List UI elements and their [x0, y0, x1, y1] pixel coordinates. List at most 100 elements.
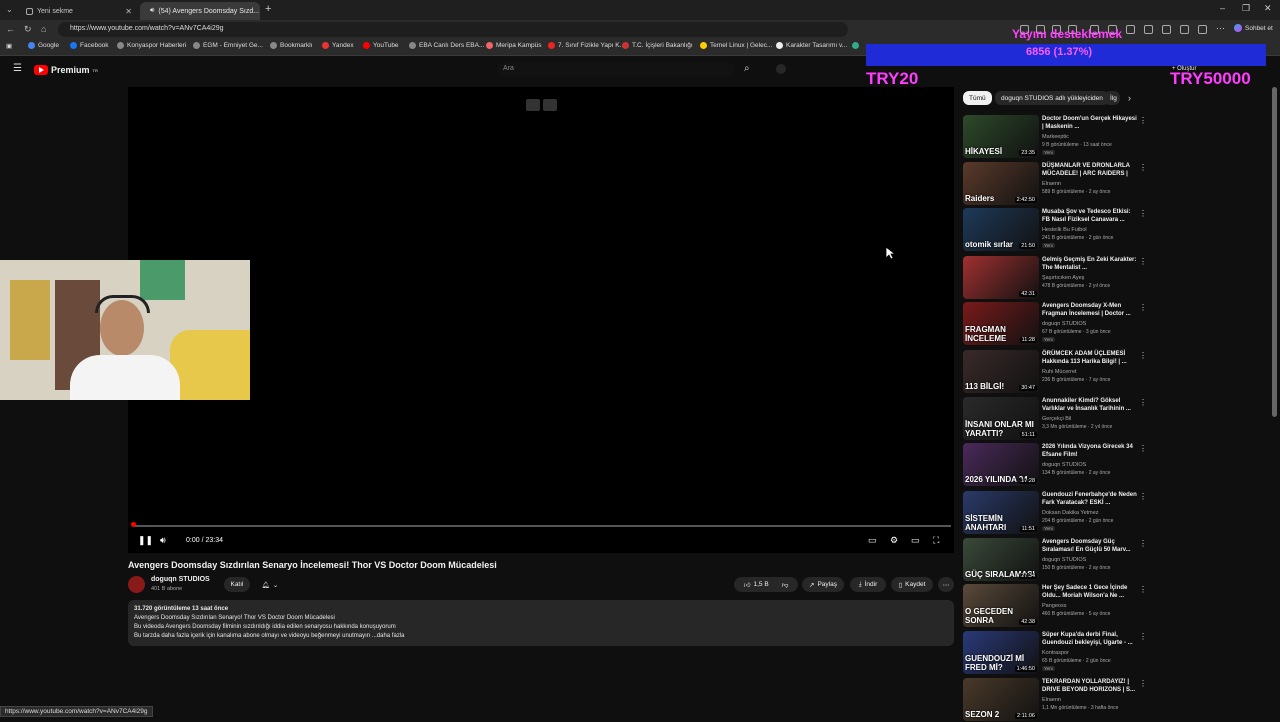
recommendation-item[interactable]: SİSTEMİN ANAHTARI 11:51 Guendouzi Fenerbah… [963, 491, 1148, 535]
recommendation-item[interactable]: 2026 YILINDA 34 17:28 2026 Yılında Vizyona… [963, 443, 1148, 487]
downloads-icon[interactable] [1198, 25, 1207, 34]
download-button[interactable]: ⤓ İndir [850, 577, 886, 592]
recommendation-channel[interactable]: Hesteilk Bu Futbol [1042, 227, 1087, 233]
chip-related[interactable]: İlg [1104, 91, 1120, 105]
copilot-button[interactable]: Sohbet et [1234, 24, 1273, 32]
recommendation-title[interactable]: Anunnakiler Kimdi? Göksel Varlıklar ve İ… [1042, 397, 1137, 413]
bookmark-item[interactable]: Bookmarklı [270, 42, 313, 49]
recommendation-item[interactable]: GUENDOUZİ Mİ FRED Mİ? 1:46:50 Süper Kupa'd… [963, 631, 1148, 675]
bookmarks-apps-icon[interactable]: ▣ [6, 42, 12, 50]
video-player[interactable] [128, 87, 954, 553]
recommendation-title[interactable]: 2026 Yılında Vizyona Girecek 34 Efsane F… [1042, 443, 1137, 459]
bookmark-item[interactable]: T.C. İçişleri Bakanlığı [622, 42, 693, 49]
back-icon[interactable]: ← [6, 24, 15, 34]
create-button[interactable]: + Oluştur [1172, 66, 1197, 72]
new-tab-button[interactable]: + [265, 3, 271, 15]
scrollbar[interactable] [1272, 87, 1277, 417]
close-window-icon[interactable]: ✕ [1264, 3, 1272, 14]
more-options-icon[interactable]: ⋮ [1139, 444, 1147, 453]
recommendation-channel[interactable]: Elraenn [1042, 697, 1061, 703]
progress-bar[interactable] [133, 525, 951, 527]
extension-icon[interactable] [1126, 25, 1135, 34]
video-thumbnail[interactable]: GUENDOUZİ Mİ FRED Mİ? 1:46:50 [963, 631, 1039, 674]
recommendation-title[interactable]: Musaba Şov ve Tedesco Etkisi: FB Nasıl F… [1042, 208, 1137, 224]
recommendation-channel[interactable]: doguqn STUDIOS [1042, 462, 1086, 468]
recommendation-title[interactable]: DÜŞMANLAR VE DRONLARLA MÜCADELE! | ARC R… [1042, 162, 1137, 178]
home-icon[interactable]: ⌂ [41, 24, 46, 34]
more-options-icon[interactable]: ⋮ [1139, 257, 1147, 266]
subtitles-icon[interactable]: ▭ [868, 535, 877, 546]
recommendation-item[interactable]: HİKAYESİ 23:35 Doctor Doom'un Gerçek Hikay… [963, 115, 1148, 159]
recommendation-item[interactable]: otomik sırlar 21:50 Musaba Şov ve Tedesco … [963, 208, 1148, 252]
close-tab-icon[interactable]: ✕ [125, 7, 132, 16]
chip-all[interactable]: Tümü [963, 91, 992, 105]
share-button[interactable]: ↗ Paylaş [802, 577, 844, 592]
bookmark-item[interactable]: Yandex [322, 42, 354, 49]
more-options-icon[interactable]: ⋮ [1139, 163, 1147, 172]
search-input[interactable]: Ara [497, 62, 735, 77]
video-thumbnail[interactable]: FRAGMAN İNCELEME 11:28 [963, 302, 1039, 345]
recommendation-item[interactable]: SEZON 2 2:11:06 TEKRARDAN YOLLARDAYIZ! | D… [963, 678, 1148, 722]
more-actions-button[interactable]: ⋯ [938, 577, 954, 592]
tab-list-icon[interactable]: ⌄ [6, 5, 13, 14]
video-thumbnail[interactable]: 113 BİLGİ! 30:47 [963, 350, 1039, 393]
bookmark-item[interactable]: Meripa Kampüs [486, 42, 542, 49]
bookmark-item[interactable]: Google [28, 42, 59, 49]
join-button[interactable]: Katıl [224, 577, 250, 592]
recommendation-title[interactable]: ÖRÜMCEK ADAM ÜÇLEMESİ Hakkında 113 Harik… [1042, 350, 1137, 366]
recommendation-title[interactable]: Guendouzi Fenerbahçe'de Neden Fark Yarat… [1042, 491, 1137, 507]
bookmark-item[interactable]: 7. Sınıf Fizikle Yapı K... [548, 42, 625, 49]
bookmark-item[interactable]: YouTube [363, 42, 399, 49]
more-options-icon[interactable]: ⋮ [1139, 351, 1147, 360]
tab-new-tab[interactable]: Yeni sekme ✕ [20, 2, 138, 20]
fullscreen-icon[interactable]: ⛶ [933, 535, 939, 546]
recommendation-channel[interactable]: Elraenn [1042, 181, 1061, 187]
recommendation-item[interactable]: O GECEDEN SONRA 42:38 Her Şey Sadece 1 Gec… [963, 584, 1148, 628]
video-thumbnail[interactable]: İNSANI ONLAR MI YARATTI? 51:11 [963, 397, 1039, 440]
recommendation-channel[interactable]: doguqn STUDIOS [1042, 321, 1086, 327]
recommendation-item[interactable]: 42:31 Gelmiş Geçmiş En Zeki Karakter: The… [963, 256, 1148, 300]
youtube-logo[interactable]: Premium TR [34, 65, 98, 75]
save-button[interactable]: ▯ Kaydet [891, 577, 933, 592]
volume-icon[interactable]: 🔊︎ [160, 535, 166, 546]
bookmark-item[interactable]: Temel Linux | Gelec... [700, 42, 772, 49]
recommendation-item[interactable]: İNSANI ONLAR MI YARATTI? 51:11 Anunnakiler… [963, 397, 1148, 441]
bookmark-folder[interactable] [852, 42, 859, 49]
more-options-icon[interactable]: ⋮ [1139, 679, 1147, 688]
video-thumbnail[interactable]: SİSTEMİN ANAHTARI 11:51 [963, 491, 1039, 534]
tab-youtube-video[interactable]: 🔊︎ (54) Avengers Doomsday Sızd... ✕ [140, 2, 260, 20]
recommendation-channel[interactable]: Markeeptic [1042, 134, 1069, 140]
bookmark-item[interactable]: EBA Canlı Ders EBA... [409, 42, 484, 49]
recommendation-title[interactable]: Avengers Doomsday X-Men Fragman İnceleme… [1042, 302, 1137, 318]
notification-bell-button[interactable]: 🔔︎ ⌄ [254, 577, 286, 592]
search-icon[interactable]: ⌕ [744, 63, 750, 74]
video-thumbnail[interactable]: Raiders 2:42:50 [963, 162, 1039, 205]
settings-gear-icon[interactable]: ⚙ [890, 535, 898, 546]
video-thumbnail[interactable]: SEZON 2 2:11:06 [963, 678, 1039, 721]
favorites-icon[interactable] [1162, 25, 1171, 34]
channel-name[interactable]: doguqn STUDIOS [151, 576, 210, 583]
description-box[interactable]: 31.720 görüntüleme 13 saat önce Avengers… [128, 600, 954, 646]
recommendation-channel[interactable]: Doksan Dakika Yetmez [1042, 510, 1099, 516]
thumbs-down-icon[interactable]: 👎︎ [782, 581, 789, 589]
like-dislike-group[interactable]: 👍︎ 1,5 B 👎︎ [734, 577, 798, 592]
cast-icon[interactable] [543, 99, 557, 111]
video-thumbnail[interactable]: GÜÇ SIRALAMASI 27:34 [963, 538, 1039, 581]
bookmark-item[interactable]: EGM - Emniyet Ge... [193, 42, 263, 49]
video-thumbnail[interactable]: HİKAYESİ 23:35 [963, 115, 1039, 158]
chip-from-uploader[interactable]: doguqn STUDIOS adlı yükleyiciden [995, 91, 1109, 105]
more-options-icon[interactable]: ⋮ [1139, 116, 1147, 125]
more-options-icon[interactable]: ⋮ [1139, 303, 1147, 312]
recommendation-channel[interactable]: Gerçekçi Bil [1042, 416, 1071, 422]
recommendation-item[interactable]: 113 BİLGİ! 30:47 ÖRÜMCEK ADAM ÜÇLEMESİ Hak… [963, 350, 1148, 394]
minimize-icon[interactable]: – [1220, 3, 1225, 13]
more-options-icon[interactable]: ⋮ [1139, 492, 1147, 501]
url-field[interactable]: https://www.youtube.com/watch?v=ANv7CA4i… [58, 22, 848, 37]
recommendation-title[interactable]: Gelmiş Geçmiş En Zeki Karakter: The Ment… [1042, 256, 1137, 272]
collections-icon[interactable] [1144, 25, 1153, 34]
maximize-icon[interactable]: ❐ [1242, 3, 1250, 14]
microphone-icon[interactable] [776, 64, 786, 74]
extensions-icon[interactable] [1180, 25, 1189, 34]
video-thumbnail[interactable]: 42:31 [963, 256, 1039, 299]
more-options-icon[interactable]: ⋮ [1139, 398, 1147, 407]
